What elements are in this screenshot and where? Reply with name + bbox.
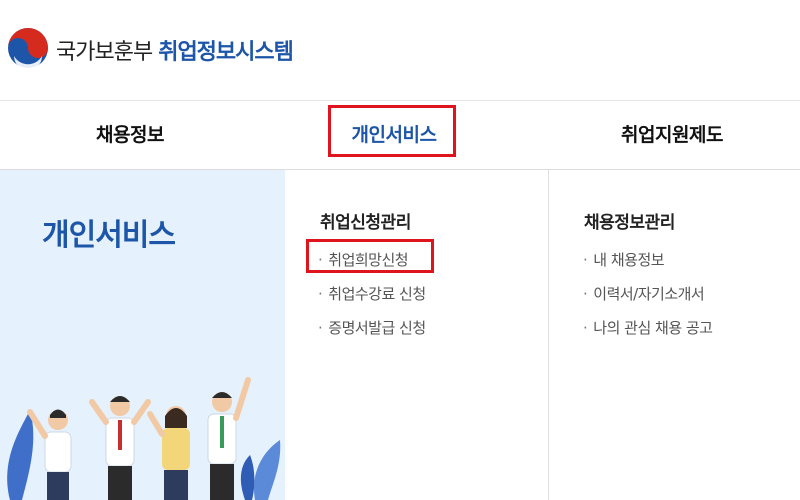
submenu-item-label: 내 채용정보 — [593, 251, 665, 269]
person-3 — [147, 406, 190, 500]
ministry-name: 국가보훈부 — [56, 40, 153, 65]
submenu-item-label: 나의 관심 채용 공고 — [593, 319, 713, 337]
submenu-column-title: 채용정보관리 — [584, 213, 675, 233]
submenu-column-application: 취업신청관리 · 취업희망신청 · 취업수강료 신청 · 증명서발급 신청 — [286, 170, 549, 500]
bullet-dot: · — [583, 319, 588, 337]
submenu-item-certificate-application[interactable]: · 증명서발급 신청 — [318, 318, 426, 352]
bullet-dot: · — [318, 319, 323, 337]
submenu-panel-title: 개인서비스 — [42, 218, 176, 253]
submenu-highlight-box — [306, 239, 434, 273]
nav-highlight-box — [328, 105, 456, 157]
system-name: 취업정보시스템 — [158, 40, 294, 65]
bullet-dot: · — [583, 251, 588, 269]
main-nav: 채용정보 개인서비스 취업지원제도 — [0, 101, 800, 169]
site-header: 국가보훈부 취업정보시스템 — [0, 0, 800, 100]
bullet-dot: · — [318, 285, 323, 303]
submenu-column-job-management: 채용정보관리 · 내 채용정보 · 이력서/자기소개서 · 나의 관심 채용 공고 — [549, 170, 800, 500]
person-2 — [89, 396, 151, 500]
submenu-column-title: 취업신청관리 — [320, 213, 411, 233]
bullet-dot: · — [583, 285, 588, 303]
submenu-item-label: 취업수강료 신청 — [328, 285, 426, 303]
submenu-side-panel: 개인서비스 — [0, 170, 285, 500]
nav-item-employment-support[interactable]: 취업지원제도 — [592, 101, 752, 169]
taegeuk-logo-icon[interactable] — [6, 26, 50, 70]
person-1 — [27, 409, 72, 500]
site-brand[interactable]: 국가보훈부 취업정보시스템 — [56, 34, 294, 66]
submenu-item-my-job-info[interactable]: · 내 채용정보 — [583, 250, 713, 284]
submenu-list: · 내 채용정보 · 이력서/자기소개서 · 나의 관심 채용 공고 — [583, 250, 713, 352]
submenu-item-resume-cover-letter[interactable]: · 이력서/자기소개서 — [583, 284, 713, 318]
submenu-item-interested-postings[interactable]: · 나의 관심 채용 공고 — [583, 318, 713, 352]
submenu-item-tuition-application[interactable]: · 취업수강료 신청 — [318, 284, 426, 318]
submenu-item-label: 이력서/자기소개서 — [593, 285, 705, 303]
people-cheering-illustration — [7, 377, 281, 500]
nav-item-jobs[interactable]: 채용정보 — [60, 101, 200, 169]
submenu-item-label: 증명서발급 신청 — [328, 319, 426, 337]
